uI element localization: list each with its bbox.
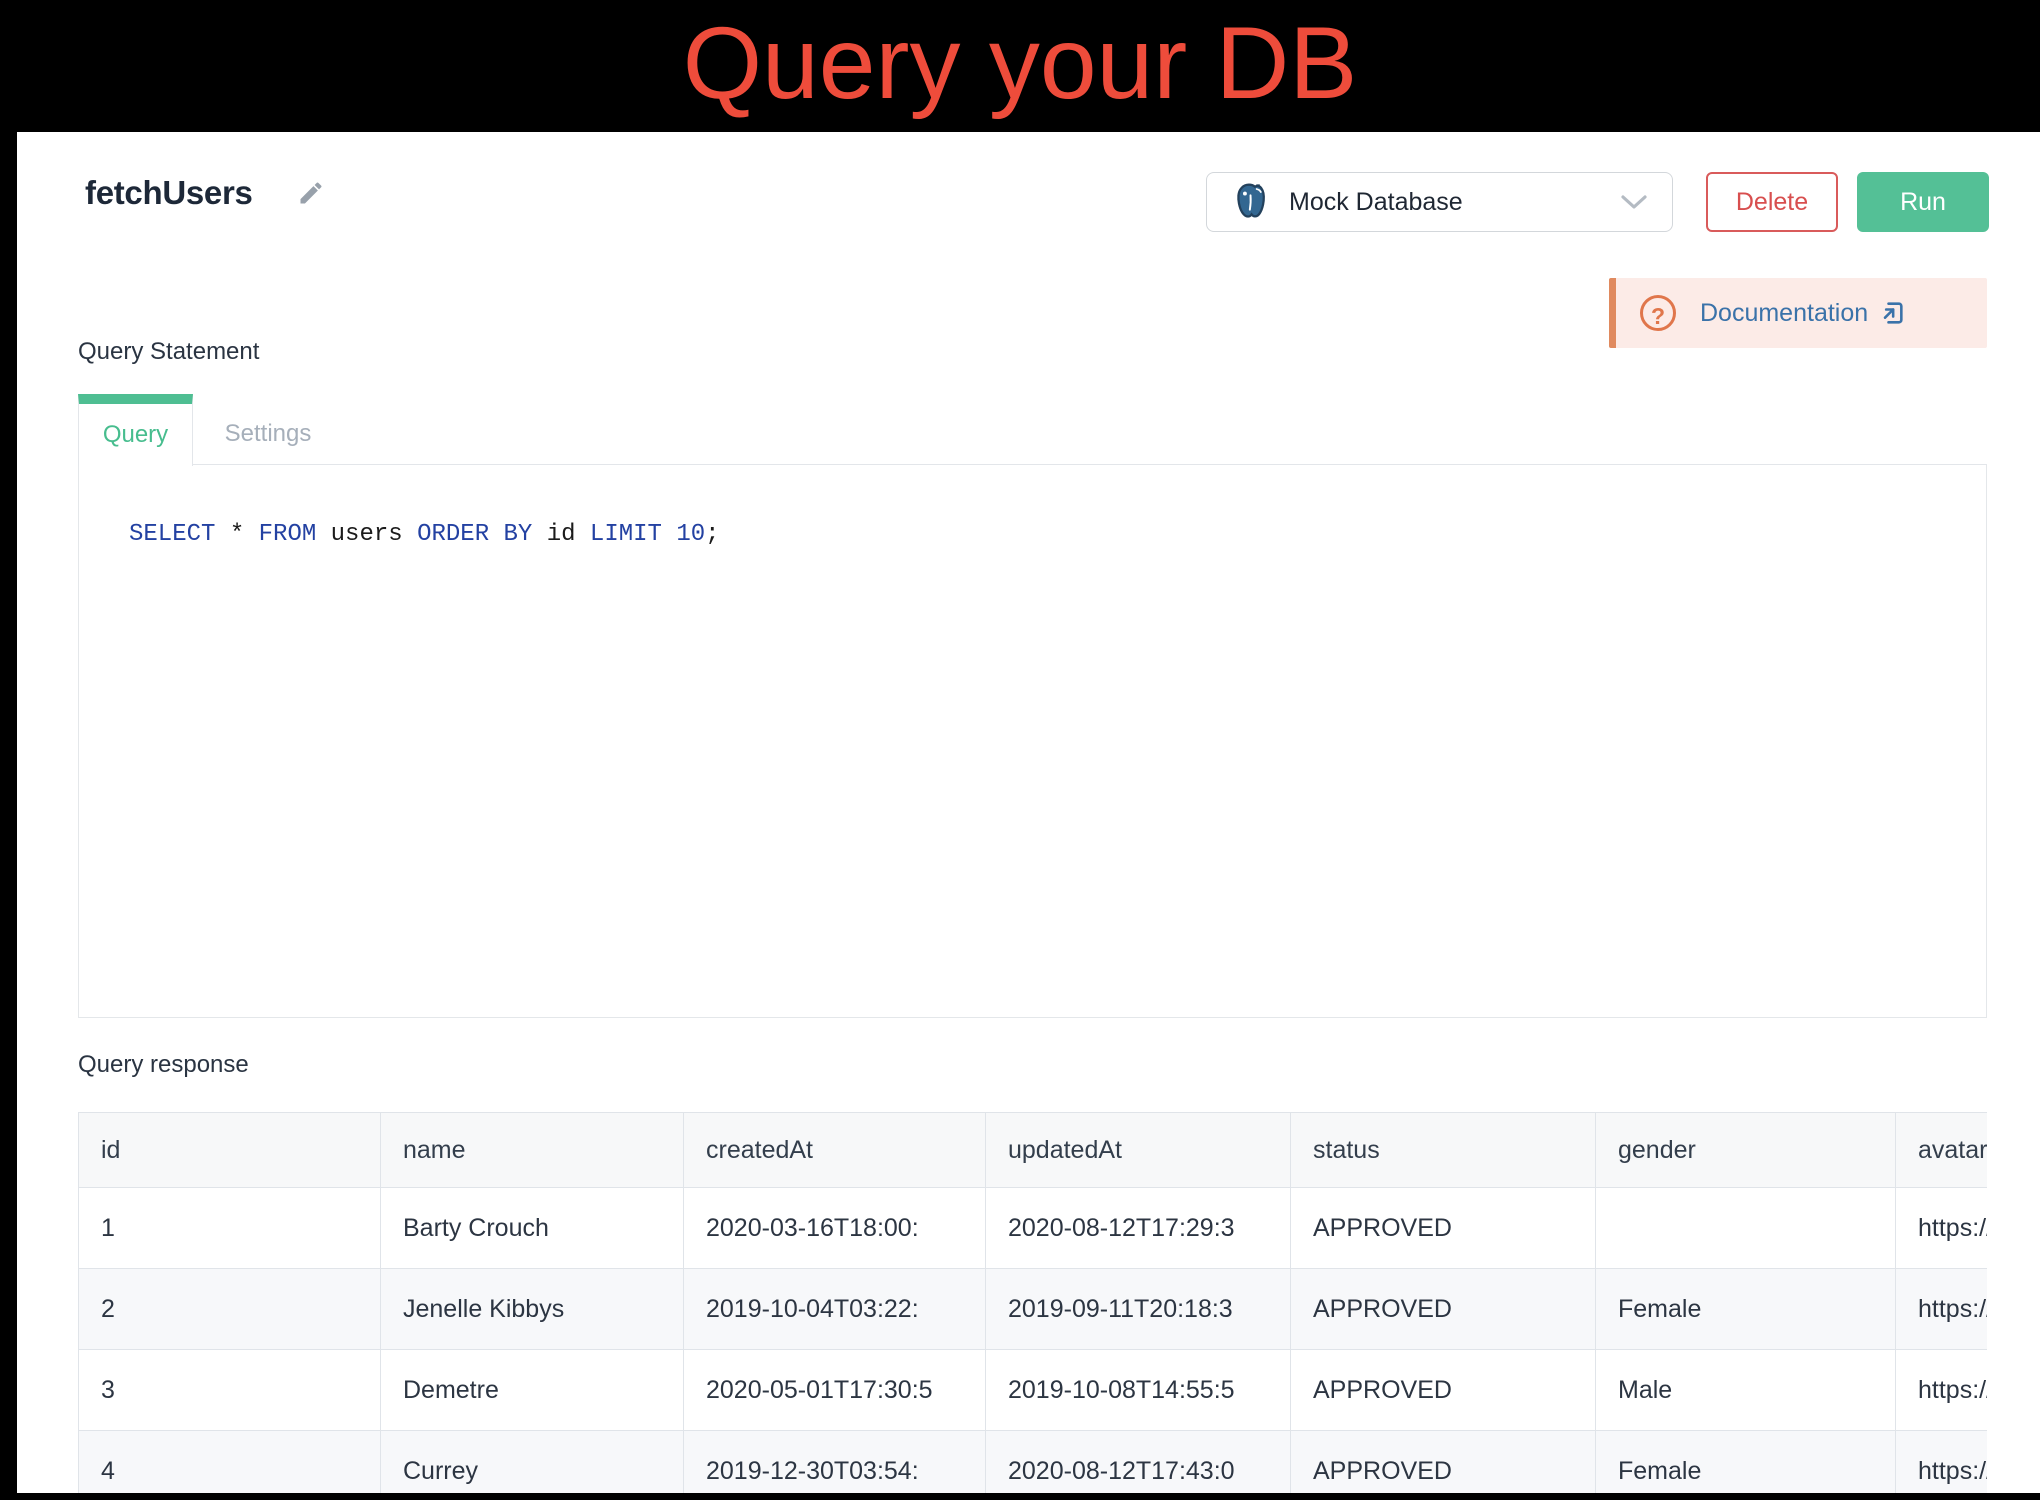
help-circle-icon: ? (1640, 295, 1676, 331)
cell-gender: Male (1596, 1350, 1896, 1431)
sql-token: * (215, 521, 258, 548)
cell-id: 2 (79, 1269, 381, 1350)
documentation-banner: ? Documentation (1609, 278, 1987, 348)
table-row: 1Barty Crouch2020-03-16T18:00:2020-08-12… (79, 1188, 1988, 1269)
run-button[interactable]: Run (1857, 172, 1989, 232)
column-header-gender: gender (1596, 1113, 1896, 1188)
cell-updatedAt: 2019-10-08T14:55:5 (986, 1350, 1291, 1431)
cell-id: 1 (79, 1188, 381, 1269)
column-header-status: status (1291, 1113, 1596, 1188)
cell-createdAt: 2019-12-30T03:54: (684, 1431, 986, 1494)
cell-updatedAt: 2020-08-12T17:29:3 (986, 1188, 1291, 1269)
cell-status: APPROVED (1291, 1188, 1596, 1269)
sql-token: FROM (259, 521, 317, 548)
delete-button[interactable]: Delete (1706, 172, 1838, 232)
cell-status: APPROVED (1291, 1431, 1596, 1494)
cell-avatar: https:// (1896, 1269, 1988, 1350)
response-table-container[interactable]: idnamecreatedAtupdatedAtstatusgenderavat… (78, 1112, 1987, 1493)
cell-status: APPROVED (1291, 1350, 1596, 1431)
main-panel: fetchUsers Mock Database Delete Run ? (17, 132, 2040, 1493)
sql-token (662, 521, 676, 548)
editor-tabbar: Query Settings (78, 404, 1987, 465)
sql-token (489, 521, 503, 548)
table-body: 1Barty Crouch2020-03-16T18:00:2020-08-12… (79, 1188, 1988, 1494)
postgresql-elephant-icon (1229, 181, 1271, 223)
cell-updatedAt: 2020-08-12T17:43:0 (986, 1431, 1291, 1494)
cell-updatedAt: 2019-09-11T20:18:3 (986, 1269, 1291, 1350)
banner-title: Query your DB (683, 5, 1358, 122)
cell-name: Currey (381, 1431, 684, 1494)
column-header-name: name (381, 1113, 684, 1188)
documentation-link[interactable]: Documentation (1700, 299, 1906, 328)
cell-gender: Female (1596, 1269, 1896, 1350)
edit-pencil-icon[interactable] (297, 179, 325, 207)
query-name-title: fetchUsers (85, 174, 253, 212)
column-header-updatedAt: updatedAt (986, 1113, 1291, 1188)
sql-editor[interactable]: SELECT * FROM users ORDER BY id LIMIT 10… (78, 465, 1987, 1018)
column-header-id: id (79, 1113, 381, 1188)
cell-gender: Female (1596, 1431, 1896, 1494)
sql-token: ORDER (417, 521, 489, 548)
cell-createdAt: 2019-10-04T03:22: (684, 1269, 986, 1350)
column-header-createdAt: createdAt (684, 1113, 986, 1188)
sql-token: users (316, 521, 417, 548)
external-doc-icon (1878, 299, 1906, 327)
tab-query[interactable]: Query (78, 394, 193, 466)
sql-token: 10 (676, 521, 705, 548)
cell-avatar: https:// (1896, 1431, 1988, 1494)
chevron-down-icon (1620, 193, 1648, 211)
cell-status: APPROVED (1291, 1269, 1596, 1350)
table-row: 2Jenelle Kibbys2019-10-04T03:22:2019-09-… (79, 1269, 1988, 1350)
sql-token: id (532, 521, 590, 548)
response-table: idnamecreatedAtupdatedAtstatusgenderavat… (78, 1112, 1987, 1493)
table-row: 3Demetre2020-05-01T17:30:52019-10-08T14:… (79, 1350, 1988, 1431)
query-response-label: Query response (78, 1051, 249, 1079)
sql-line: SELECT * FROM users ORDER BY id LIMIT 10… (129, 521, 1986, 548)
cell-id: 4 (79, 1431, 381, 1494)
cell-name: Jenelle Kibbys (381, 1269, 684, 1350)
documentation-label: Documentation (1700, 299, 1868, 328)
query-statement-label: Query Statement (78, 338, 259, 366)
tab-settings[interactable]: Settings (193, 404, 343, 464)
database-selector-value: Mock Database (1289, 188, 1463, 217)
cell-avatar: https:// (1896, 1188, 1988, 1269)
table-header-row: idnamecreatedAtupdatedAtstatusgenderavat… (79, 1113, 1988, 1188)
query-name-row: fetchUsers (85, 174, 325, 212)
sql-token: ; (705, 521, 719, 548)
cell-id: 3 (79, 1350, 381, 1431)
column-header-avatar: avatar (1896, 1113, 1988, 1188)
cell-gender (1596, 1188, 1896, 1269)
sql-token: BY (504, 521, 533, 548)
cell-name: Barty Crouch (381, 1188, 684, 1269)
cell-createdAt: 2020-05-01T17:30:5 (684, 1350, 986, 1431)
database-selector[interactable]: Mock Database (1206, 172, 1673, 232)
top-banner: Query your DB (0, 0, 2040, 132)
sql-token: SELECT (129, 521, 215, 548)
sql-token: LIMIT (590, 521, 662, 548)
cell-createdAt: 2020-03-16T18:00: (684, 1188, 986, 1269)
table-row: 4Currey2019-12-30T03:54:2020-08-12T17:43… (79, 1431, 1988, 1494)
cell-avatar: https:// (1896, 1350, 1988, 1431)
cell-name: Demetre (381, 1350, 684, 1431)
